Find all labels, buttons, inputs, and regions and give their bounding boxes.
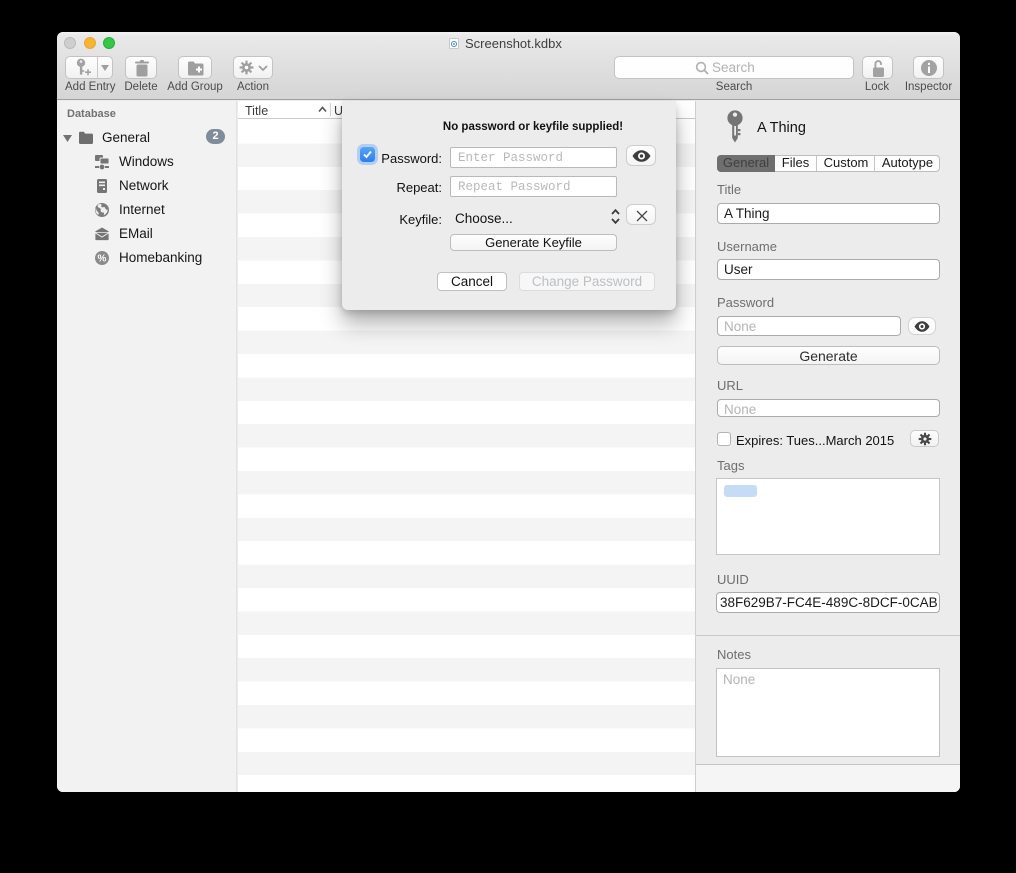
svg-text:%: % xyxy=(98,254,107,265)
